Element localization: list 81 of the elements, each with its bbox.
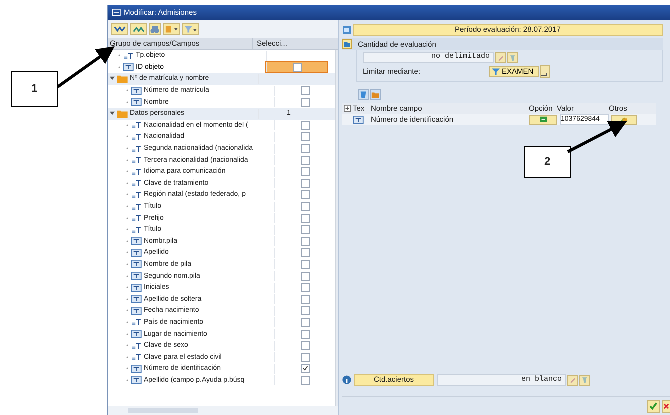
attribute-icon (131, 156, 142, 164)
option-button[interactable] (529, 114, 557, 124)
expand-arrow-icon[interactable] (110, 76, 115, 82)
binoculars-button[interactable] (149, 23, 161, 35)
field-icon (353, 116, 364, 124)
arrow (567, 121, 628, 154)
sort-button[interactable] (163, 23, 180, 35)
checkbox[interactable] (300, 178, 310, 188)
attribute-icon (131, 226, 142, 234)
checkbox[interactable] (300, 318, 310, 327)
window-icon (112, 9, 121, 16)
field-icon (131, 248, 142, 257)
arrow (57, 46, 115, 88)
edit-icon[interactable] (567, 374, 578, 386)
filter-button[interactable] (182, 23, 199, 35)
checkbox[interactable] (300, 144, 310, 154)
checkbox[interactable] (300, 202, 310, 212)
delete-icon[interactable] (358, 89, 369, 100)
field-icon (131, 260, 142, 268)
filter-icon (492, 68, 500, 76)
field-icon (131, 284, 142, 292)
checkbox[interactable] (300, 190, 310, 200)
attribute-icon (131, 144, 142, 153)
attribute-icon (131, 121, 142, 130)
expand-arrow-icon[interactable] (110, 111, 115, 116)
checkbox[interactable] (300, 156, 310, 165)
checkbox[interactable] (300, 167, 310, 176)
attribute-icon (131, 202, 142, 211)
field-icon (131, 86, 142, 95)
checkbox[interactable] (300, 294, 310, 304)
field-icon (131, 330, 142, 338)
vertical-scrollbar[interactable] (335, 50, 338, 406)
attribute-icon (131, 318, 142, 326)
field-icon (131, 272, 142, 280)
checkbox[interactable] (300, 98, 310, 107)
checkbox[interactable] (292, 62, 302, 72)
field-icon (123, 63, 134, 72)
minus-icon (538, 116, 548, 123)
callout-box: 2 (524, 146, 571, 178)
attribute-icon (123, 52, 134, 60)
checkbox[interactable] (300, 236, 310, 246)
collapse-all-button[interactable] (130, 23, 147, 35)
checkbox[interactable] (300, 376, 310, 385)
attribute-icon (131, 342, 142, 350)
field-icon (131, 306, 142, 315)
calendar-icon[interactable] (342, 24, 352, 34)
attribute-icon (131, 168, 142, 176)
checkbox[interactable] (300, 132, 310, 142)
dropdown-caret-icon[interactable] (540, 65, 550, 78)
attribute-icon (131, 179, 142, 188)
checkbox[interactable] (300, 283, 310, 292)
checkbox[interactable] (300, 364, 310, 374)
attribute-icon (131, 214, 142, 222)
checkbox[interactable] (300, 330, 310, 339)
checkbox[interactable] (300, 120, 310, 130)
confirm-button[interactable] (647, 400, 660, 412)
checkbox[interactable] (300, 272, 310, 281)
checkbox[interactable] (300, 341, 310, 350)
checkbox[interactable] (300, 306, 310, 316)
attribute-icon (131, 190, 142, 199)
edit-icon[interactable] (495, 52, 506, 63)
checkbox[interactable] (300, 86, 310, 96)
attribute-icon (131, 353, 142, 362)
field-icon (131, 376, 142, 384)
field-icon (131, 98, 142, 106)
checkbox[interactable] (300, 260, 310, 269)
table-settings-icon[interactable] (344, 105, 351, 112)
field-icon (131, 237, 142, 246)
checkbox[interactable] (300, 225, 310, 234)
callout-box: 1 (11, 71, 58, 107)
checkbox[interactable] (300, 248, 310, 258)
checkbox[interactable] (300, 352, 310, 362)
attribute-icon (131, 132, 142, 141)
field-icon (131, 364, 142, 373)
expand-all-button[interactable] (111, 23, 128, 35)
checkbox[interactable] (300, 214, 310, 223)
field-icon (131, 295, 142, 304)
delete-icon[interactable] (507, 52, 518, 63)
info-icon[interactable] (342, 375, 352, 385)
delete-icon[interactable] (579, 374, 590, 386)
cancel-button[interactable] (662, 400, 670, 412)
